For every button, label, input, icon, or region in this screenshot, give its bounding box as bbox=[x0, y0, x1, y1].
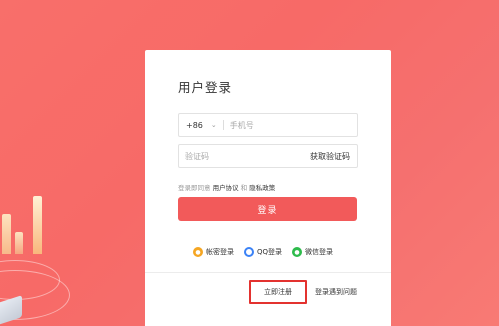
divider bbox=[222, 120, 224, 130]
login-title: 用户登录 bbox=[178, 80, 233, 95]
country-code-select[interactable]: +86 ⌄ bbox=[179, 114, 217, 136]
qq-icon bbox=[244, 247, 254, 257]
decorative-illustration bbox=[0, 190, 70, 326]
phone-input[interactable]: 手机号 bbox=[230, 120, 254, 131]
agreement-text: 登录即同意 用户协议 和 隐私政策 bbox=[178, 182, 275, 192]
card-footer: 立即注册 登录遇到问题 bbox=[145, 272, 391, 326]
login-trouble-link[interactable]: 登录遇到问题 bbox=[315, 287, 357, 297]
alt-login-row: ● 帐密登录 QQ登录 ● 微信登录 bbox=[193, 247, 333, 257]
verification-code-input[interactable]: 验证码 bbox=[179, 151, 310, 162]
wechat-icon: ● bbox=[292, 247, 303, 257]
privacy-policy-link[interactable]: 隐私政策 bbox=[249, 184, 275, 192]
country-code-value: +86 bbox=[186, 120, 203, 130]
qq-login-label: QQ登录 bbox=[257, 248, 283, 256]
agreement-prefix: 登录即同意 bbox=[178, 184, 211, 192]
password-login-option[interactable]: ● 帐密登录 bbox=[193, 247, 234, 257]
code-field: 验证码 获取验证码 bbox=[178, 144, 358, 168]
lock-icon: ● bbox=[193, 247, 203, 257]
agreement-and: 和 bbox=[240, 184, 248, 192]
login-card: 用户登录 +86 ⌄ 手机号 验证码 获取验证码 登录即同意 用户协议 和 隐私… bbox=[145, 50, 391, 326]
wechat-login-option[interactable]: ● 微信登录 bbox=[292, 247, 333, 257]
get-code-button[interactable]: 获取验证码 bbox=[310, 151, 357, 162]
wechat-login-label: 微信登录 bbox=[305, 248, 334, 256]
user-agreement-link[interactable]: 用户协议 bbox=[213, 184, 239, 192]
register-button[interactable]: 立即注册 bbox=[249, 280, 307, 304]
password-login-label: 帐密登录 bbox=[206, 248, 234, 256]
login-button[interactable]: 登录 bbox=[178, 197, 357, 221]
phone-field: +86 ⌄ 手机号 bbox=[178, 113, 358, 137]
qq-login-option[interactable]: QQ登录 bbox=[244, 247, 282, 257]
chevron-down-icon: ⌄ bbox=[210, 121, 217, 129]
